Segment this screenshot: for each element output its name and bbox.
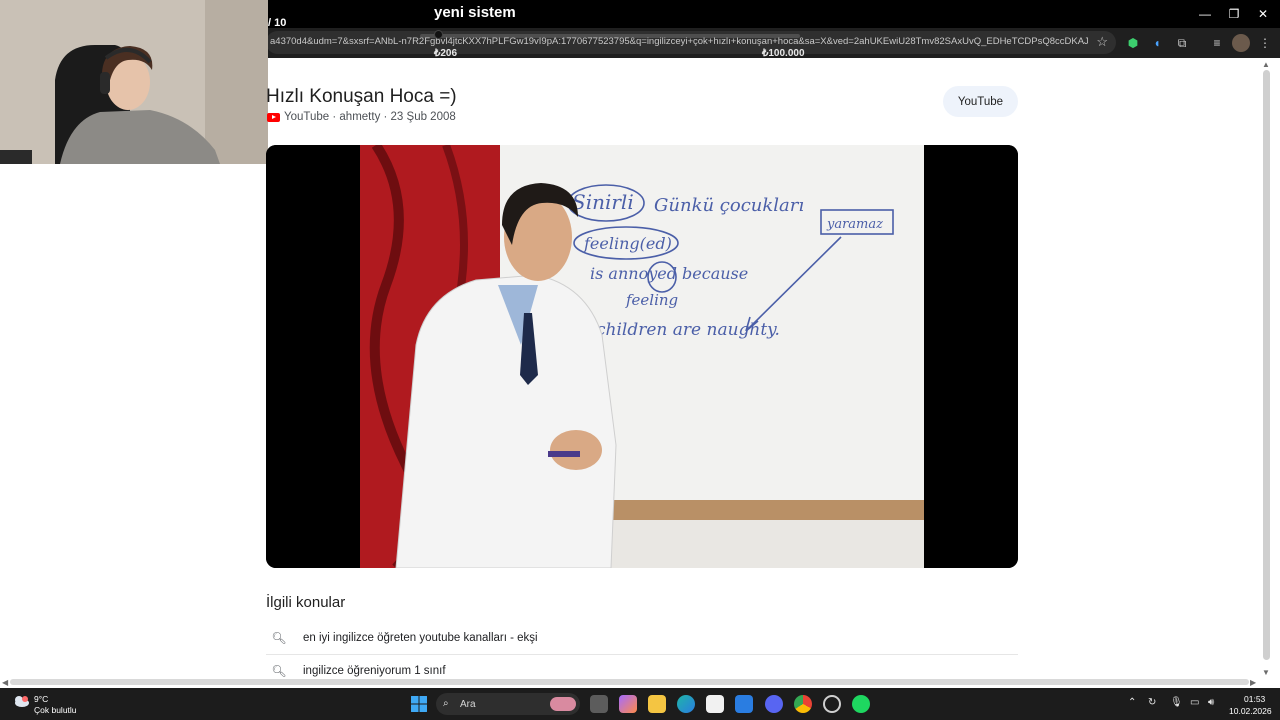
related-heading: İlgili konular — [266, 594, 346, 611]
price-min: ₺206 — [434, 48, 458, 59]
board-text-6: feeling — [625, 291, 678, 309]
related-item-label[interactable]: ingilizce öğreniyorum 1 sınıf — [303, 665, 446, 677]
windows-start-icon[interactable] — [410, 695, 428, 713]
extensions-icon[interactable]: ⧉ — [1173, 34, 1191, 52]
video-player[interactable]: Sinirli Günkü çocukları yaramaz feeling(… — [266, 145, 1018, 568]
scroll-right-arrow-icon[interactable]: ▶ — [1250, 678, 1256, 687]
minimize-button[interactable]: — — [1195, 6, 1215, 22]
youtube-source-button[interactable]: YouTube — [943, 86, 1018, 117]
search-highlight-icon — [550, 697, 576, 711]
copilot-icon[interactable] — [619, 695, 637, 713]
menu-icon[interactable]: ⋮ — [1256, 34, 1274, 52]
video-meta: YouTube · ahmetty · 23 Şub 2008 — [267, 111, 456, 123]
tab-search-icon[interactable]: ≡ — [1208, 34, 1226, 52]
board-text-3: yaramaz — [826, 217, 883, 232]
weather-desc[interactable]: Çok bulutlu — [34, 705, 77, 715]
star-icon[interactable]: ☆ — [1096, 34, 1108, 50]
scroll-left-arrow-icon[interactable]: ◀ — [2, 678, 8, 687]
board-text-7: children are naughty. — [596, 320, 780, 340]
youtube-icon — [267, 112, 280, 122]
taskbar — [0, 688, 1280, 720]
overlay-progress-knob — [434, 30, 443, 39]
related-item-label[interactable]: en iyi ingilizce öğreten youtube kanalla… — [303, 632, 538, 644]
search-icon: 🔍︎ — [271, 631, 287, 645]
store-icon[interactable] — [706, 695, 724, 713]
search-icon: 🔍︎ — [271, 664, 287, 678]
restore-button[interactable]: ❐ — [1224, 6, 1244, 22]
board-text-5: is annoyed because — [590, 264, 748, 283]
vertical-scroll-thumb[interactable] — [1263, 70, 1270, 660]
price-max: ₺100.000 — [762, 48, 805, 59]
chrome-icon[interactable] — [794, 695, 812, 713]
network-icon[interactable]: ▭ — [1190, 697, 1199, 708]
overlay-progress-track — [420, 34, 800, 38]
app-icon[interactable] — [823, 695, 841, 713]
sync-icon[interactable]: ↻ — [1148, 697, 1156, 708]
mail-icon[interactable] — [735, 695, 753, 713]
overlay-title: yeni sistem — [434, 4, 516, 21]
horizontal-scroll-thumb[interactable] — [10, 679, 1249, 685]
video-title[interactable]: Hızlı Konuşan Hoca =) — [266, 86, 457, 108]
volume-icon[interactable]: 🔊︎ — [1208, 697, 1214, 708]
spotify-icon[interactable] — [852, 695, 870, 713]
weather-cloud-icon[interactable] — [12, 694, 30, 708]
search-icon: ⌕ — [443, 698, 449, 709]
board-text-4: feeling(ed) — [583, 234, 672, 253]
taskbar-search-label[interactable]: Ara — [460, 699, 476, 710]
microphone-icon[interactable]: 🎙︎ — [1170, 697, 1183, 708]
task-view-icon[interactable] — [590, 695, 608, 713]
video-meta-text: YouTube · ahmetty · 23 Şub 2008 — [284, 111, 456, 123]
webcam-feed — [0, 0, 268, 164]
webcam-image — [0, 0, 268, 164]
video-frame-image: Sinirli Günkü çocukları yaramaz feeling(… — [266, 145, 1018, 568]
close-button[interactable]: ✕ — [1253, 6, 1273, 22]
board-text-1: Sinirli — [572, 190, 634, 214]
discord-icon[interactable] — [765, 695, 783, 713]
related-item[interactable]: 🔍︎ en iyi ingilizce öğreten youtube kana… — [266, 622, 1018, 654]
clock-time[interactable]: 01:53 — [1244, 694, 1265, 704]
weather-temp[interactable]: 9°C — [34, 694, 48, 704]
file-explorer-icon[interactable] — [648, 695, 666, 713]
shield-icon[interactable]: ⬢ — [1124, 34, 1142, 52]
clock-date[interactable]: 10.02.2026 — [1229, 706, 1272, 716]
board-text-2: Günkü çocukları — [654, 195, 804, 216]
edge-icon[interactable] — [677, 695, 695, 713]
audio-icon[interactable]: ◖ — [1148, 34, 1166, 52]
scroll-up-arrow-icon[interactable]: ▲ — [1262, 60, 1270, 69]
tray-overflow-icon[interactable]: ⌃ — [1128, 697, 1136, 708]
profile-icon[interactable] — [1232, 34, 1250, 52]
screen: yeni sistem / 10 — ❐ ✕ a4370d4&udm=7&sxs… — [0, 0, 1280, 720]
scroll-down-arrow-icon[interactable]: ▼ — [1262, 668, 1270, 677]
